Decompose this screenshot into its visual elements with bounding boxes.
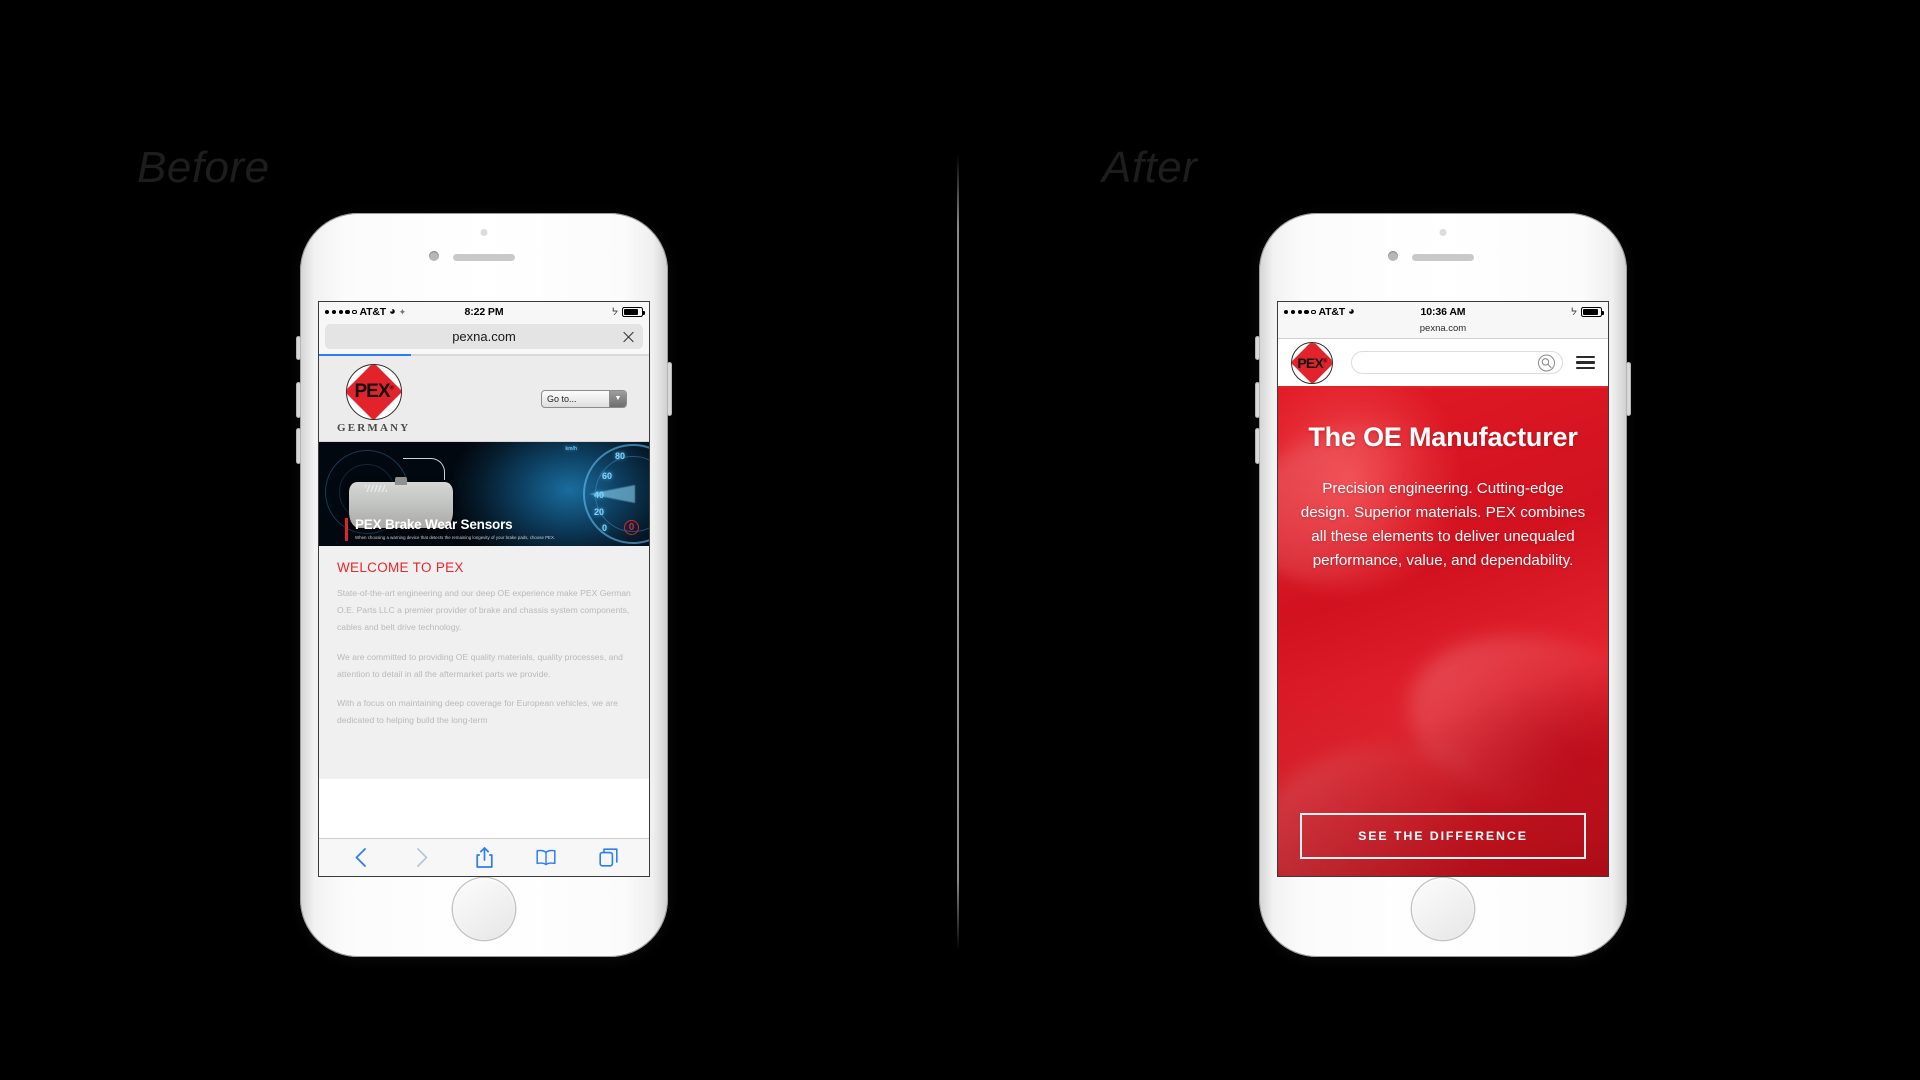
phone-mockup-before: AT&T ◕ ✦ 8:22 PM ᔭ pexna.com PEX® GERMAN… [297,213,671,957]
volume-up-button[interactable] [297,383,300,417]
site-logo[interactable]: PEX® GERMANY [337,363,411,434]
hero-subtitle: When choosing a warning device that dete… [355,534,556,540]
back-button[interactable] [343,843,377,873]
see-the-difference-button[interactable]: SEE THE DIFFERENCE [1300,813,1586,859]
battery-icon [1581,307,1604,317]
section-divider [957,155,959,950]
earpiece-speaker [453,254,515,261]
volume-down-button[interactable] [297,429,300,463]
logo-subtitle: GERMANY [337,421,411,434]
url-text: pexna.com [452,329,516,344]
status-bar: AT&T ◕ ✦ 8:22 PM ᔭ [319,302,649,322]
comparison-canvas: Before After AT&T ◕ ✦ 8:22 PM ᔭ pexna.co… [0,0,1920,1080]
browser-address-bar[interactable]: pexna.com [1278,322,1608,339]
url-input[interactable]: pexna.com [325,324,643,349]
pex-logo-mark: PEX® [345,363,402,420]
share-button[interactable] [467,843,501,873]
power-button[interactable] [1627,363,1630,415]
battery-icon [622,307,645,317]
proximity-sensor-icon [1439,229,1447,236]
after-label: After [1102,143,1198,192]
gauge-tick-20: 20 [593,507,604,517]
goto-dropdown[interactable]: Go to... ▼ [541,389,627,408]
silent-switch[interactable] [1256,337,1259,359]
volume-up-button[interactable] [1256,383,1259,417]
forward-button[interactable] [405,843,439,873]
sensor-wire-graphic [403,458,446,480]
phone-screen-after: AT&T ◕ 10:36 AM ᔭ pexna.com PEX® The OE … [1278,302,1608,876]
site-header: PEX® GERMANY Go to... ▼ [319,356,649,442]
gauge-unit-label: km/h [565,446,577,452]
clock-label: 10:36 AM [1420,306,1466,318]
sensor-coil-graphic [365,485,387,492]
logo-wordmark: PEX® [1297,354,1327,371]
home-button[interactable] [1412,878,1474,940]
gauge-tick-60: 60 [601,471,612,481]
hero-banner[interactable]: 80 60 40 20 0 km/h PEX Brake Wear Sensor… [319,442,649,546]
search-field[interactable] [1351,351,1563,374]
body-paragraph-2: We are committed to providing OE quality… [337,651,623,679]
home-button[interactable] [453,878,515,940]
pex-logo-mark[interactable]: PEX® [1291,341,1333,384]
phone-mockup-after: AT&T ◕ 10:36 AM ᔭ pexna.com PEX® The OE … [1256,213,1630,957]
front-camera-icon [1388,251,1398,261]
before-label: Before [137,143,270,192]
brake-warning-icon: 0 [624,520,639,535]
hero-title: The OE Manufacturer [1308,422,1578,452]
proximity-sensor-icon [480,229,488,236]
clock-label: 8:22 PM [464,306,504,318]
hamburger-menu-icon[interactable] [1576,355,1595,370]
volume-down-button[interactable] [1256,429,1259,463]
logo-wordmark: PEX® [354,380,394,402]
goto-label: Go to... [547,393,577,404]
browser-address-bar[interactable]: pexna.com [319,322,649,354]
welcome-section: WELCOME TO PEX State-of-the-art engineer… [319,546,649,779]
gauge-tick-40: 40 [593,490,604,500]
hero-banner: The OE Manufacturer Precision engineerin… [1278,388,1608,876]
body-paragraph-1: State-of-the-art engineering and our dee… [337,588,631,633]
bookmarks-button[interactable] [529,843,563,873]
phone-screen-before: AT&T ◕ ✦ 8:22 PM ᔭ pexna.com PEX® GERMAN… [319,302,649,876]
hero-body: Precision engineering. Cutting-edge desi… [1300,479,1586,569]
hero-caption: PEX Brake Wear Sensors When choosing a w… [345,516,641,541]
chevron-down-icon[interactable]: ▼ [609,390,626,407]
power-button[interactable] [668,363,671,415]
gauge-tick-80: 80 [614,451,625,461]
silent-switch[interactable] [297,337,300,359]
status-bar: AT&T ◕ 10:36 AM ᔭ [1278,302,1608,322]
body-paragraph-3: With a focus on maintaining deep coverag… [337,697,618,726]
url-text: pexna.com [1419,323,1467,334]
tabs-button[interactable] [591,843,625,873]
mobile-site-header: PEX® [1278,339,1608,388]
front-camera-icon [429,251,439,261]
section-heading: WELCOME TO PEX [337,560,464,575]
hero-content: The OE Manufacturer Precision engineerin… [1278,388,1608,573]
search-icon[interactable] [1538,354,1555,371]
earpiece-speaker [1412,254,1474,261]
webpage-desktop-version: PEX® GERMANY Go to... ▼ 80 60 40 20 0 km… [319,356,649,876]
browser-toolbar [319,838,649,876]
hero-title: PEX Brake Wear Sensors [355,516,513,532]
close-icon[interactable] [622,330,635,343]
